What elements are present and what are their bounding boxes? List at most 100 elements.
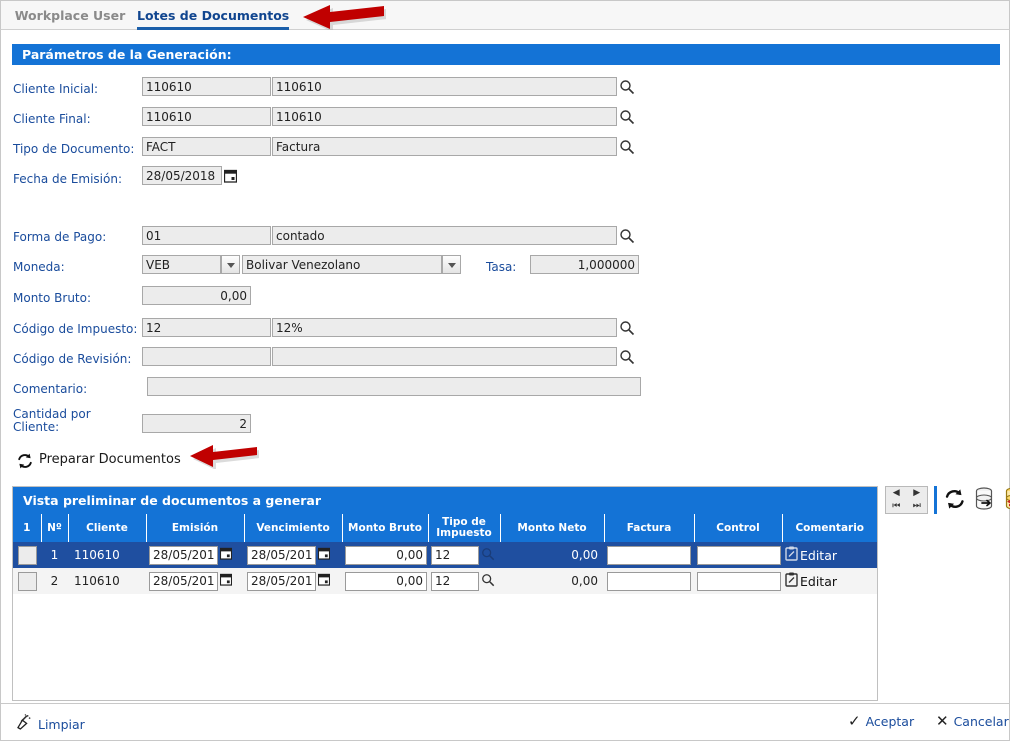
calendar-icon[interactable] [317, 573, 331, 589]
row-tipo-impuesto-cell [428, 542, 500, 568]
label-fecha-emision: Fecha de Emisión: [13, 172, 122, 186]
application-window: Workplace User Lotes de Documentos Parám… [0, 0, 1010, 741]
forma-pago-code-input[interactable] [142, 226, 271, 245]
col-cliente[interactable]: Cliente [68, 514, 147, 542]
nav-last-icon[interactable]: ⏭ [913, 502, 921, 511]
moneda-desc-chevron-down-icon[interactable] [442, 255, 461, 274]
nav-first-icon[interactable]: ⏮ [892, 502, 900, 511]
codigo-impuesto-desc-input[interactable] [272, 318, 617, 337]
row-tipo-impuesto-input[interactable] [431, 571, 479, 591]
cliente-final-desc-input[interactable] [272, 107, 617, 126]
refresh-icon[interactable] [943, 487, 967, 513]
comentario-input[interactable] [147, 377, 641, 396]
cliente-inicial-desc-input[interactable] [272, 77, 617, 96]
tab-workplace-user[interactable]: Workplace User [5, 1, 135, 30]
table-row[interactable]: 2 110610 28/05/2018 28/05/2018 0,00 12 0… [13, 568, 877, 594]
col-factura[interactable]: Factura [604, 514, 695, 542]
cancelar-label: Cancelar [953, 714, 1009, 729]
calendar-icon[interactable] [219, 573, 233, 589]
aceptar-label: Aceptar [865, 714, 915, 729]
aceptar-button[interactable]: ✓ Aceptar [848, 714, 915, 730]
col-emision[interactable]: Emisión [146, 514, 245, 542]
calendar-icon[interactable] [317, 547, 331, 563]
edit-icon[interactable] [785, 572, 798, 590]
section-header-label: Parámetros de la Generación: [22, 47, 232, 62]
annotation-arrow-preparar [190, 445, 259, 469]
row-checkbox-cell[interactable] [13, 568, 41, 594]
row-editar-link[interactable]: Editar [800, 548, 837, 563]
moneda-desc-input[interactable] [242, 255, 442, 274]
nav-prev-icon[interactable]: ◀ [893, 489, 900, 498]
row-vencimiento-input[interactable] [247, 545, 316, 565]
forma-pago-desc-input[interactable] [272, 226, 617, 245]
search-icon[interactable] [619, 320, 635, 336]
grid-navigation-pad[interactable]: ◀ ▶ ⏮ ⏭ [885, 486, 928, 514]
col-control[interactable]: Control [694, 514, 783, 542]
search-icon[interactable] [619, 228, 635, 244]
row-control-input[interactable] [697, 571, 781, 591]
search-icon[interactable] [619, 349, 635, 365]
label-forma-pago-text: Forma de Pago: [13, 230, 107, 244]
row-monto-bruto-input[interactable] [345, 545, 427, 565]
search-icon[interactable] [481, 573, 495, 590]
col-vencimiento[interactable]: Vencimiento [244, 514, 343, 542]
row-emision-cell [146, 568, 244, 594]
edit-icon[interactable] [785, 546, 798, 564]
col-monto-neto[interactable]: Monto Neto [500, 514, 605, 542]
moneda-code-input[interactable] [142, 255, 221, 274]
label-tasa-text: Tasa: [486, 260, 517, 274]
cliente-inicial-code-input[interactable] [142, 77, 271, 96]
row-comentario-cell[interactable]: Editar [782, 542, 877, 568]
row-tipo-impuesto-input[interactable] [431, 545, 479, 565]
moneda-code-chevron-down-icon[interactable] [221, 255, 240, 274]
nav-next-icon[interactable]: ▶ [913, 489, 920, 498]
tipo-documento-code-input[interactable] [142, 137, 271, 156]
row-editar-link[interactable]: Editar [800, 574, 837, 589]
col-numero[interactable]: Nº [41, 514, 69, 542]
codigo-revision-desc-input[interactable] [272, 347, 617, 366]
monto-bruto-input[interactable] [142, 286, 251, 305]
row-emision-cell [146, 542, 244, 568]
table-row[interactable]: 1 110610 28/05/2018 28/05/2018 0,00 12 0… [13, 542, 877, 568]
row-select-checkbox[interactable] [17, 545, 37, 565]
row-emision-input[interactable] [149, 571, 218, 591]
cantidad-por-cliente-input[interactable] [142, 414, 251, 433]
col-select-all[interactable]: 1 [13, 514, 42, 542]
col-comentario[interactable]: Comentario [782, 514, 877, 542]
row-emision-input[interactable] [149, 545, 218, 565]
search-icon[interactable] [619, 79, 635, 95]
row-factura-input[interactable] [607, 571, 691, 591]
row-control-cell [694, 568, 782, 594]
label-cliente-final-text: Cliente Final: [13, 112, 91, 126]
row-control-input[interactable] [697, 545, 781, 565]
tipo-documento-desc-input[interactable] [272, 137, 617, 156]
cliente-final-code-input[interactable] [142, 107, 271, 126]
row-factura-cell [604, 568, 694, 594]
row-select-checkbox[interactable] [17, 571, 37, 591]
fecha-emision-input[interactable] [142, 166, 222, 185]
calendar-icon[interactable] [223, 168, 238, 183]
database-export-icon[interactable] [973, 487, 997, 513]
cancelar-button[interactable]: ✕ Cancelar [936, 714, 1009, 730]
codigo-impuesto-code-input[interactable] [142, 318, 271, 337]
row-checkbox-cell[interactable] [13, 542, 41, 568]
search-icon[interactable] [481, 547, 495, 564]
search-icon[interactable] [619, 109, 635, 125]
col-monto-bruto[interactable]: Monto Bruto [342, 514, 429, 542]
codigo-revision-code-input[interactable] [142, 347, 271, 366]
row-factura-input[interactable] [607, 545, 691, 565]
tasa-input[interactable] [530, 255, 639, 274]
col-tipo-impuesto[interactable]: Tipo de Impuesto [428, 514, 501, 542]
database-import-icon[interactable] [1003, 487, 1010, 513]
refresh-icon[interactable] [16, 452, 34, 470]
preparar-documentos-button[interactable]: Preparar Documentos [39, 451, 181, 469]
limpiar-button[interactable]: Limpiar [15, 714, 85, 735]
label-codigo-revision: Código de Revisión: [13, 352, 131, 366]
tab-lotes-de-documentos[interactable]: Lotes de Documentos [137, 1, 289, 30]
row-monto-bruto-input[interactable] [345, 571, 427, 591]
row-comentario-cell[interactable]: Editar [782, 568, 877, 594]
row-monto-neto: 0,00 [500, 542, 604, 568]
row-vencimiento-input[interactable] [247, 571, 316, 591]
calendar-icon[interactable] [219, 547, 233, 563]
search-icon[interactable] [619, 139, 635, 155]
